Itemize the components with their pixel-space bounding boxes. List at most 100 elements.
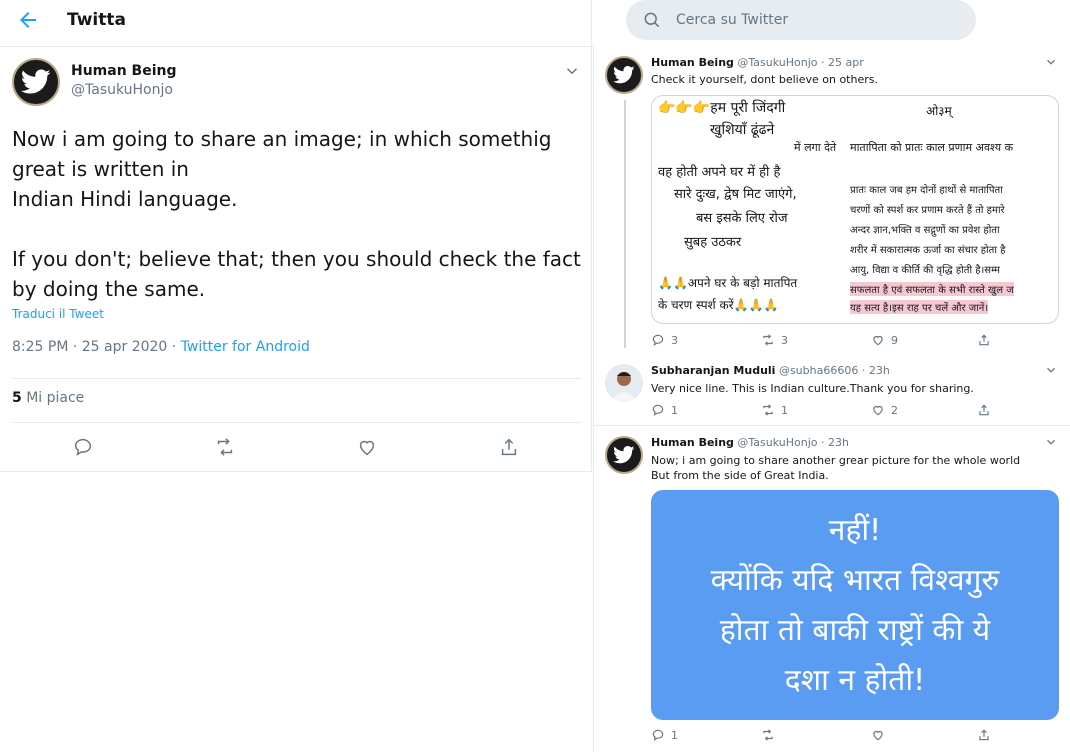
tweet-text: Now i am going to share an image; in whi… [12,127,581,301]
retweet-icon [763,729,773,741]
image-text-line: 👉👉👉हम पूरी जिंदगी [658,100,786,116]
image-text-cut-bottom: — — — — — — [651,706,1059,720]
side-panel: Human Being @TasukuHonjo · 25 apr Check … [593,0,1070,752]
tweet-source[interactable]: Twitter for Android [181,339,310,355]
retweet-count: 1 [781,403,788,417]
image-text-line: 🙏🙏अपने घर के बड़ो मातपित [658,276,798,290]
tweet-image[interactable]: 👉👉👉हम पूरी जिंदगी खुशियाँ ढूंढने में लगा… [651,95,1059,324]
share-icon [979,334,989,346]
retweet-icon[interactable] [214,436,236,458]
replies-thread: Human Being @TasukuHonjo · 25 apr Check … [593,44,1070,752]
author-handle[interactable]: @TasukuHonjo [737,436,817,449]
like-button[interactable]: 9 [871,333,898,347]
avatar[interactable] [605,436,643,474]
retweet-button[interactable] [761,728,775,742]
reply-text: Very nice line. This is Indian culture.T… [651,382,974,395]
author-name[interactable]: Human Being [651,436,734,449]
retweet-button[interactable]: 3 [761,333,788,347]
back-arrow-icon[interactable] [16,8,40,32]
tweet-stats: 5 Mi piace [12,378,582,423]
like-button[interactable] [871,728,885,742]
share-icon [979,404,989,416]
reply-header: Human Being @TasukuHonjo · 23h [651,436,849,449]
search-icon [642,10,662,30]
like-count: 2 [891,403,898,417]
image-text-line: क्योंकि यदि भारत विश्वगुरु [710,563,1000,598]
image-text-line: सुबह उठकर [684,235,742,250]
author-name[interactable]: Human Being [651,56,734,69]
likes-stat[interactable]: 5 Mi piace [12,390,84,406]
top-bar: Twitta [0,0,591,47]
image-text-line: सफलता है एवं सफलता के सभी रास्ते खुल ज [850,282,1014,296]
image-text-line: आयु, विद्या व कीर्ति की वृद्धि होती है।स… [850,265,1001,276]
tweet-image[interactable]: — — — — — नहीं! क्योंकि यदि भारत विश्वगु… [651,490,1059,720]
search-input[interactable] [676,0,956,40]
author-handle[interactable]: @subha66606 [779,364,858,377]
search-bar[interactable] [626,0,976,40]
author-handle[interactable]: @TasukuHonjo [737,56,817,69]
chevron-down-icon[interactable] [563,62,581,80]
thread-connector [624,100,626,348]
translate-link[interactable]: Traduci il Tweet [12,307,104,321]
share-button[interactable] [977,728,991,742]
image-text-line: सारे दुःख, द्वेष मिट जाएंगे, [674,187,797,202]
reply-actions: 3 3 9 [651,333,1051,349]
share-icon [979,729,989,741]
image-text-line: दशा न होती! [784,663,926,698]
like-icon [873,730,883,741]
chevron-down-icon[interactable] [1044,434,1058,448]
retweet-icon [763,404,773,416]
chevron-down-icon[interactable] [1044,362,1058,376]
image-text-line: मातापिता को प्रातः काल प्रणाम अवश्य क [850,141,1014,154]
image-text-line: अन्दर ज्ञान,भक्ति व सद्गुणों का प्रवेश ह… [850,225,1000,236]
person-photo-icon [605,364,643,402]
image-text-line: प्रातः काल जब हम दोनों हाथों से मातापिता [850,185,1003,196]
reply-time[interactable]: · 23h [862,364,890,377]
avatar[interactable] [12,58,60,106]
like-icon[interactable] [356,436,378,458]
reply-time[interactable]: · 23h [821,436,849,449]
like-icon [873,335,883,346]
image-text-line: वह होती अपने घर में ही है [658,165,781,180]
reply-count: 3 [671,333,678,347]
share-icon[interactable] [498,436,520,458]
reply-button[interactable]: 3 [651,333,678,347]
like-button[interactable]: 2 [871,403,898,417]
likes-label: Mi piace [26,390,85,406]
reply-actions: 1 [651,728,1051,744]
reply-time[interactable]: · 25 apr [821,56,864,69]
avatar[interactable] [605,56,643,94]
image-text-line: में लगा देते [794,141,837,154]
image-text-line: होता तो बाकी राष्ट्रों की ये [719,613,991,648]
image-text-line: यह सत्य है।इस राह पर चलें और जानें। [850,300,989,314]
reply-button[interactable]: 1 [651,403,678,417]
retweet-button[interactable]: 1 [761,403,788,417]
twitter-bird-icon [613,66,635,84]
tweet-actions [0,430,592,464]
tweet-time[interactable]: 8:25 PM · 25 apr 2020 · [12,339,181,355]
author-name[interactable]: Subharanjan Muduli [651,364,775,377]
reply-icon [652,729,664,741]
like-count: 9 [891,333,898,347]
reply-header: Subharanjan Muduli @subha66606 · 23h [651,364,890,377]
chevron-down-icon[interactable] [1044,54,1058,68]
avatar[interactable] [605,364,643,402]
image-text-line: खुशियाँ ढूंढने [710,122,775,138]
tweet-detail-panel: Twitta Human Being @TasukuHonjo Now i am… [0,0,592,472]
author-handle[interactable]: @TasukuHonjo [71,82,173,98]
author-name[interactable]: Human Being [71,63,177,79]
share-button[interactable] [977,333,991,347]
image-text-line: चरणों को स्पर्श कर प्रणाम करते हैं तो हम… [850,205,1005,216]
tweet-meta: 8:25 PM · 25 apr 2020 · Twitter for Andr… [12,339,310,355]
reply-text: Check it yourself, dont believe on other… [651,73,878,86]
reply-icon[interactable] [72,436,94,458]
share-button[interactable] [977,403,991,417]
image-text-line: ओ३म् [926,104,952,118]
image-text-line: नहीं! [828,513,882,548]
reply-actions: 1 1 2 [651,403,1051,419]
reply-count: 1 [671,403,678,417]
image-text-line: बस इसके लिए रोज [696,211,788,226]
reply-button[interactable]: 1 [651,728,678,742]
retweet-count: 3 [781,333,788,347]
reply-text: Now; i am going to share another grear p… [651,454,1021,482]
